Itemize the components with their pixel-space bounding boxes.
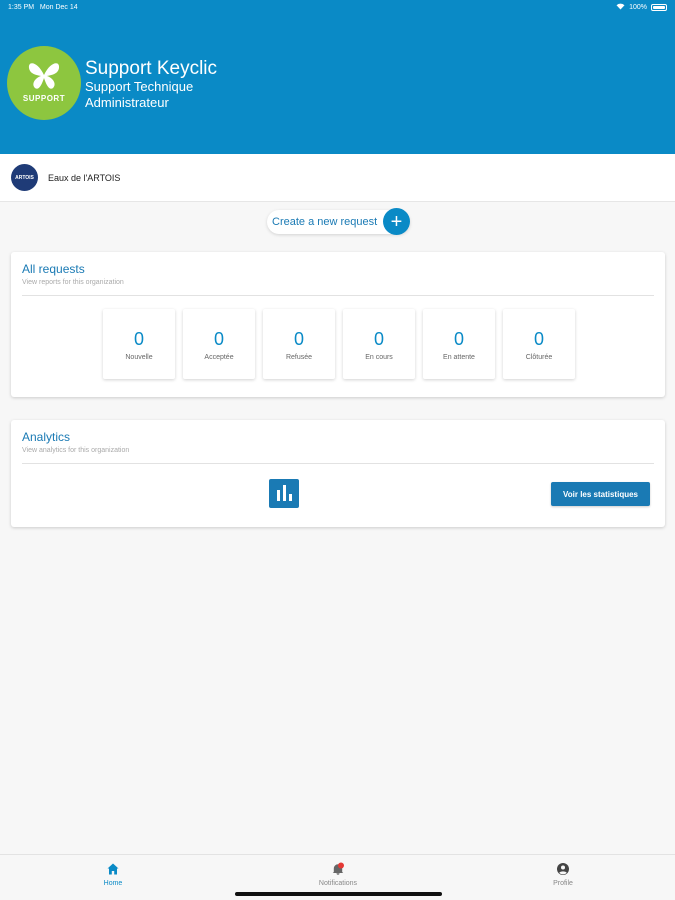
stat-label: En cours — [365, 354, 393, 361]
divider — [22, 463, 654, 464]
organization-name: Eaux de l'ARTOIS — [48, 172, 121, 183]
request-stats: 0 Nouvelle 0 Acceptée 0 Refusée 0 En cou… — [103, 309, 575, 379]
battery-percent: 100% — [629, 3, 647, 11]
stat-cloturee[interactable]: 0 Clôturée — [503, 309, 575, 379]
divider — [22, 295, 654, 296]
stat-value: 0 — [293, 329, 304, 349]
card-subtitle: View analytics for this organization — [22, 447, 130, 454]
support-logo: SUPPORT — [7, 46, 81, 120]
nav-profile[interactable]: Profile — [523, 862, 603, 887]
stat-value: 0 — [213, 329, 224, 349]
stat-acceptee[interactable]: 0 Acceptée — [183, 309, 255, 379]
stat-value: 0 — [453, 329, 464, 349]
status-time: 1:35 PM — [8, 3, 35, 11]
stat-value: 0 — [373, 329, 384, 349]
stat-label: En attente — [443, 354, 475, 361]
analytics-card: Analytics View analytics for this organi… — [11, 420, 665, 527]
nav-label: Profile — [553, 880, 573, 887]
logo-text: SUPPORT — [22, 93, 66, 103]
stat-value: 0 — [133, 329, 144, 349]
home-indicator[interactable] — [235, 892, 442, 896]
user-icon — [557, 863, 569, 875]
status-bar: 1:35 PM Mon Dec 14 100% — [0, 0, 675, 14]
app-subtitle-level: Administrateur — [85, 95, 169, 110]
stat-value: 0 — [533, 329, 544, 349]
organization-selector[interactable]: ARTOIS Eaux de l'ARTOIS — [0, 154, 675, 202]
battery-icon — [651, 3, 667, 11]
view-statistics-button[interactable]: Voir les statistiques — [551, 482, 650, 506]
nav-label: Notifications — [318, 880, 358, 887]
all-requests-card: All requests View reports for this organ… — [11, 252, 665, 397]
stat-en-attente[interactable]: 0 En attente — [423, 309, 495, 379]
app-subtitle-role: Support Technique — [85, 79, 194, 94]
card-title: All requests — [22, 262, 85, 276]
stat-refusee[interactable]: 0 Refusée — [263, 309, 335, 379]
stat-label: Acceptée — [204, 354, 234, 361]
butterfly-icon — [28, 62, 60, 89]
nav-label: Home — [103, 880, 123, 887]
home-icon — [107, 863, 119, 875]
organization-logo: ARTOIS — [11, 164, 38, 191]
create-request-label: Create a new request — [272, 216, 378, 228]
app-title: Support Keyclic — [85, 58, 218, 79]
plus-icon[interactable]: + — [383, 208, 410, 235]
nav-home[interactable]: Home — [73, 862, 153, 887]
card-subtitle: View reports for this organization — [22, 279, 124, 286]
create-request-button[interactable]: Create a new request + — [267, 208, 410, 235]
stat-label: Nouvelle — [125, 354, 153, 361]
card-title: Analytics — [22, 430, 71, 444]
wifi-icon — [616, 3, 625, 12]
nav-notifications[interactable]: Notifications — [298, 862, 378, 887]
stat-label: Refusée — [285, 354, 313, 361]
bell-icon — [332, 862, 344, 875]
bar-chart-icon — [269, 479, 299, 508]
stat-en-cours[interactable]: 0 En cours — [343, 309, 415, 379]
stat-nouvelle[interactable]: 0 Nouvelle — [103, 309, 175, 379]
app-header: 1:35 PM Mon Dec 14 100% SUPPORT Support … — [0, 0, 675, 154]
stat-label: Clôturée — [525, 354, 553, 361]
status-date: Mon Dec 14 — [39, 3, 78, 11]
